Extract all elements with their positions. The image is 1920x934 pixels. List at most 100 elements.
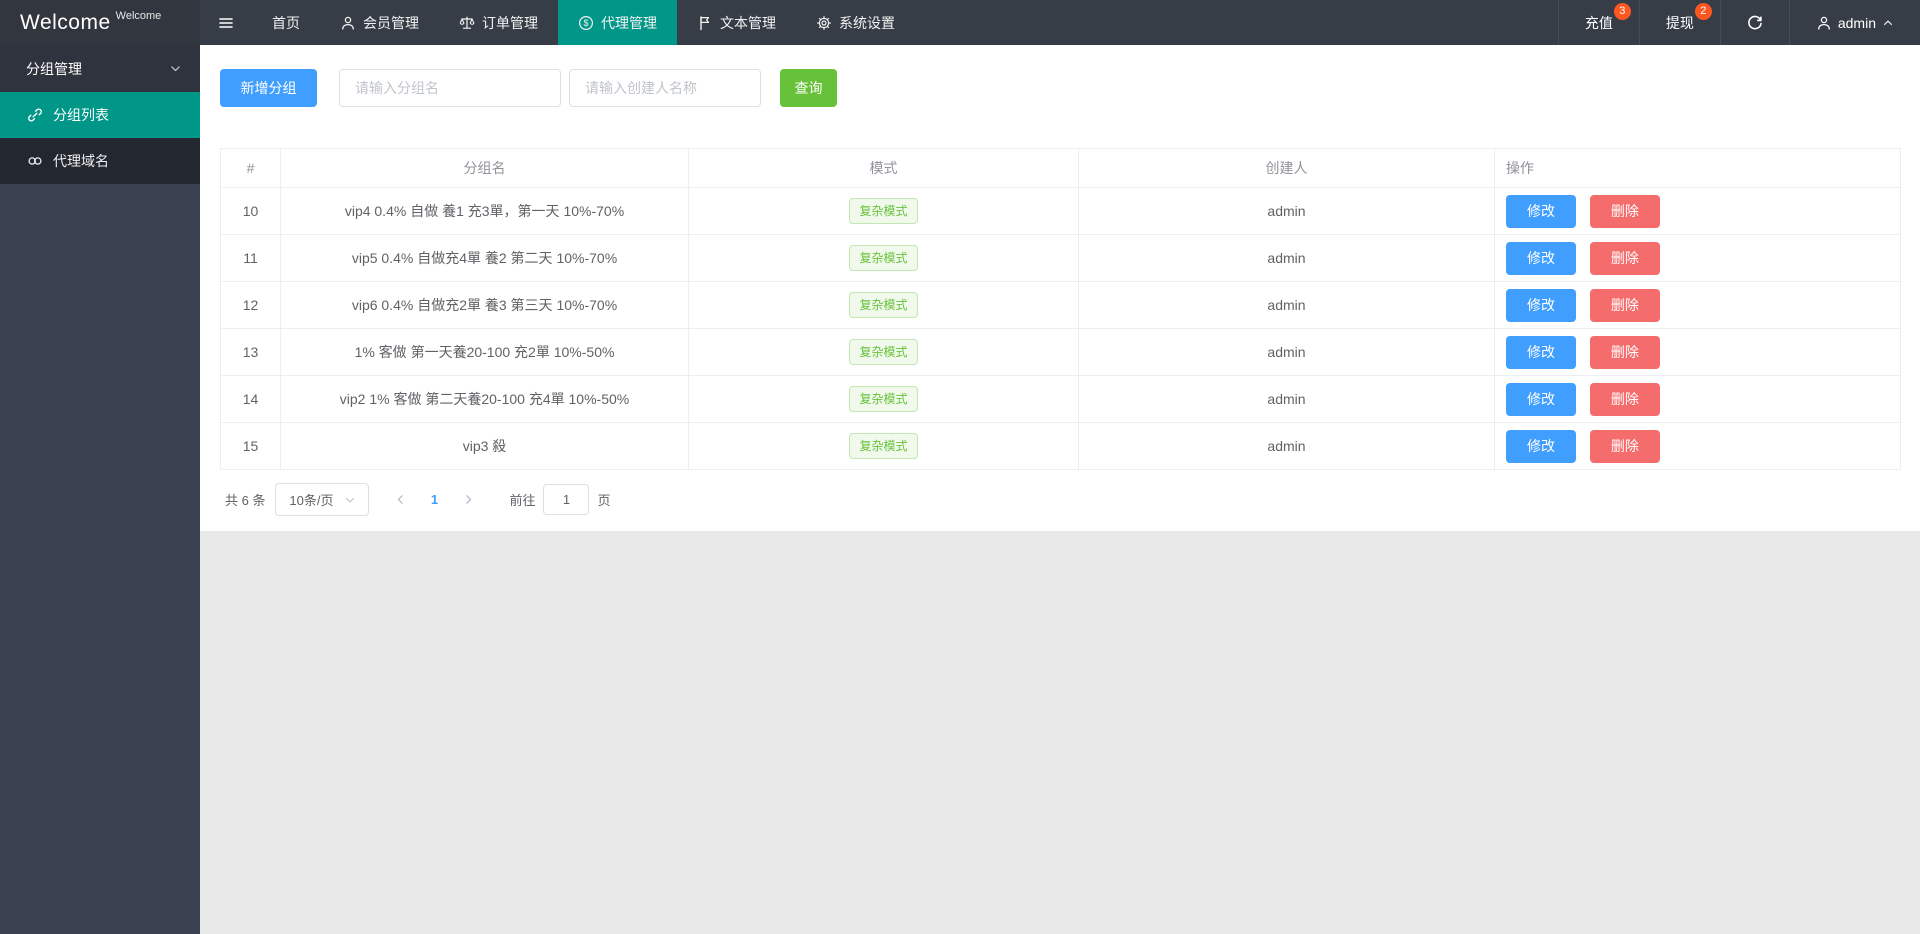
mode-badge: 复杂模式 bbox=[849, 339, 918, 365]
col-header-mode: 模式 bbox=[688, 148, 1079, 188]
nav-item-texts[interactable]: 文本管理 bbox=[677, 0, 796, 45]
chevron-right-icon bbox=[462, 493, 475, 506]
mode-badge: 复杂模式 bbox=[849, 386, 918, 412]
person-icon bbox=[340, 15, 356, 31]
col-header-id: # bbox=[220, 148, 281, 188]
row-group-name: vip2 1% 客做 第二天養20-100 充4單 10%-50% bbox=[280, 375, 689, 423]
pagination: 共 6 条 10条/页 1 前往 页 bbox=[220, 483, 1901, 516]
sidebar: 分组管理 分组列表 代理域名 bbox=[0, 45, 200, 934]
nav-item-orders[interactable]: 订单管理 bbox=[439, 0, 558, 45]
row-creator: admin bbox=[1078, 422, 1495, 470]
page-label: 页 bbox=[597, 493, 611, 508]
withdraw-button[interactable]: 提现 2 bbox=[1638, 0, 1720, 45]
recharge-button[interactable]: 充值 3 bbox=[1557, 0, 1639, 45]
refresh-button[interactable] bbox=[1719, 0, 1789, 45]
mode-badge: 复杂模式 bbox=[849, 245, 918, 271]
unlink-icon bbox=[27, 153, 43, 169]
mode-badge: 复杂模式 bbox=[849, 198, 918, 224]
sidebar-item-agent-domain[interactable]: 代理域名 bbox=[0, 138, 200, 184]
sidebar-group-header[interactable]: 分组管理 bbox=[0, 45, 200, 92]
goto-label: 前往 bbox=[509, 493, 536, 508]
table-row: 15 vip3 殺 复杂模式 admin 修改 删除 bbox=[220, 422, 1901, 470]
scale-icon bbox=[459, 15, 475, 31]
delete-button[interactable]: 删除 bbox=[1589, 335, 1660, 369]
edit-button[interactable]: 修改 bbox=[1506, 241, 1576, 275]
user-icon bbox=[1816, 15, 1832, 31]
add-group-button[interactable]: 新增分组 bbox=[220, 69, 317, 107]
row-group-name: vip3 殺 bbox=[280, 422, 689, 470]
row-id: 12 bbox=[220, 281, 281, 329]
flag-icon bbox=[697, 15, 713, 31]
prev-page-button[interactable] bbox=[383, 483, 417, 516]
row-id: 14 bbox=[220, 375, 281, 423]
delete-button[interactable]: 删除 bbox=[1589, 241, 1660, 275]
navbar-spacer bbox=[915, 0, 1558, 45]
row-id: 11 bbox=[220, 234, 281, 282]
edit-button[interactable]: 修改 bbox=[1506, 382, 1576, 416]
sidebar-toggle-button[interactable] bbox=[200, 0, 252, 45]
gear-icon bbox=[816, 15, 832, 31]
sidebar-item-group-list[interactable]: 分组列表 bbox=[0, 92, 200, 138]
next-page-button[interactable] bbox=[451, 483, 485, 516]
nav-item-home[interactable]: 首页 bbox=[252, 0, 320, 45]
user-name: admin bbox=[1837, 14, 1876, 31]
edit-button[interactable]: 修改 bbox=[1506, 194, 1576, 228]
table-row: 12 vip6 0.4% 自做充2單 養3 第三天 10%-70% 复杂模式 a… bbox=[220, 281, 1901, 329]
mode-badge: 复杂模式 bbox=[849, 292, 918, 318]
table-row: 11 vip5 0.4% 自做充4單 養2 第二天 10%-70% 复杂模式 a… bbox=[220, 234, 1901, 282]
sidebar-items: 分组列表 代理域名 bbox=[0, 92, 200, 184]
nav-item-members[interactable]: 会员管理 bbox=[320, 0, 439, 45]
notification-badge: 2 bbox=[1694, 3, 1712, 20]
chevron-down-icon bbox=[344, 494, 356, 506]
content-card: 新增分组 查询 # 分组名 模式 创建人 操作 bbox=[200, 45, 1920, 531]
edit-button[interactable]: 修改 bbox=[1506, 429, 1576, 463]
table-row: 10 vip4 0.4% 自做 養1 充3單，第一天 10%-70% 复杂模式 … bbox=[220, 187, 1901, 235]
edit-button[interactable]: 修改 bbox=[1506, 335, 1576, 369]
page-size-select[interactable]: 10条/页 bbox=[275, 483, 370, 516]
row-creator: admin bbox=[1078, 187, 1495, 235]
sidebar-group-header-label: 分组管理 bbox=[26, 60, 82, 77]
row-creator: admin bbox=[1078, 234, 1495, 282]
row-group-name: vip5 0.4% 自做充4單 養2 第二天 10%-70% bbox=[280, 234, 689, 282]
table-header-row: # 分组名 模式 创建人 操作 bbox=[220, 148, 1901, 188]
delete-button[interactable]: 删除 bbox=[1589, 288, 1660, 322]
pagination-total: 共 6 条 bbox=[225, 493, 266, 508]
nav-item-settings[interactable]: 系统设置 bbox=[796, 0, 915, 45]
table-row: 13 1% 客做 第一天養20-100 充2單 10%-50% 复杂模式 adm… bbox=[220, 328, 1901, 376]
chevron-down-icon bbox=[169, 62, 182, 75]
logo: Welcome Welcome bbox=[0, 0, 200, 45]
dollar-circle-icon bbox=[578, 15, 594, 31]
mode-badge: 复杂模式 bbox=[849, 433, 918, 459]
search-button[interactable]: 查询 bbox=[780, 69, 837, 107]
row-id: 10 bbox=[220, 187, 281, 235]
page-number-1[interactable]: 1 bbox=[419, 492, 449, 507]
user-menu[interactable]: admin bbox=[1788, 0, 1920, 45]
nav-item-agents[interactable]: 代理管理 bbox=[558, 0, 677, 45]
row-id: 15 bbox=[220, 422, 281, 470]
col-header-creator: 创建人 bbox=[1078, 148, 1495, 188]
hamburger-icon bbox=[218, 15, 234, 31]
page-jump: 前往 页 bbox=[509, 484, 611, 515]
delete-button[interactable]: 删除 bbox=[1589, 382, 1660, 416]
delete-button[interactable]: 删除 bbox=[1589, 194, 1660, 228]
chevron-left-icon bbox=[394, 493, 407, 506]
groups-table: # 分组名 模式 创建人 操作 10 vip4 0.4% 自做 養1 充3單，第… bbox=[220, 148, 1901, 470]
row-group-name: vip4 0.4% 自做 養1 充3單，第一天 10%-70% bbox=[280, 187, 689, 235]
goto-page-input[interactable] bbox=[543, 484, 590, 515]
creator-name-input[interactable] bbox=[569, 69, 761, 107]
link-icon bbox=[27, 107, 43, 123]
main-content: 新增分组 查询 # 分组名 模式 创建人 操作 bbox=[200, 45, 1920, 934]
table-row: 14 vip2 1% 客做 第二天養20-100 充4單 10%-50% 复杂模… bbox=[220, 375, 1901, 423]
edit-button[interactable]: 修改 bbox=[1506, 288, 1576, 322]
delete-button[interactable]: 删除 bbox=[1589, 429, 1660, 463]
row-group-name: 1% 客做 第一天養20-100 充2單 10%-50% bbox=[280, 328, 689, 376]
page-size-value: 10条/页 bbox=[289, 493, 334, 508]
row-id: 13 bbox=[220, 328, 281, 376]
notification-badge: 3 bbox=[1613, 3, 1631, 20]
group-name-input[interactable] bbox=[339, 69, 561, 107]
row-creator: admin bbox=[1078, 328, 1495, 376]
logo-sup: Welcome bbox=[115, 9, 162, 22]
navbar-menu: 首页 会员管理 订单管理 代理管理 文本管理 系统设置 bbox=[252, 0, 915, 45]
logo-main: Welcome bbox=[20, 10, 111, 34]
row-group-name: vip6 0.4% 自做充2單 養3 第三天 10%-70% bbox=[280, 281, 689, 329]
